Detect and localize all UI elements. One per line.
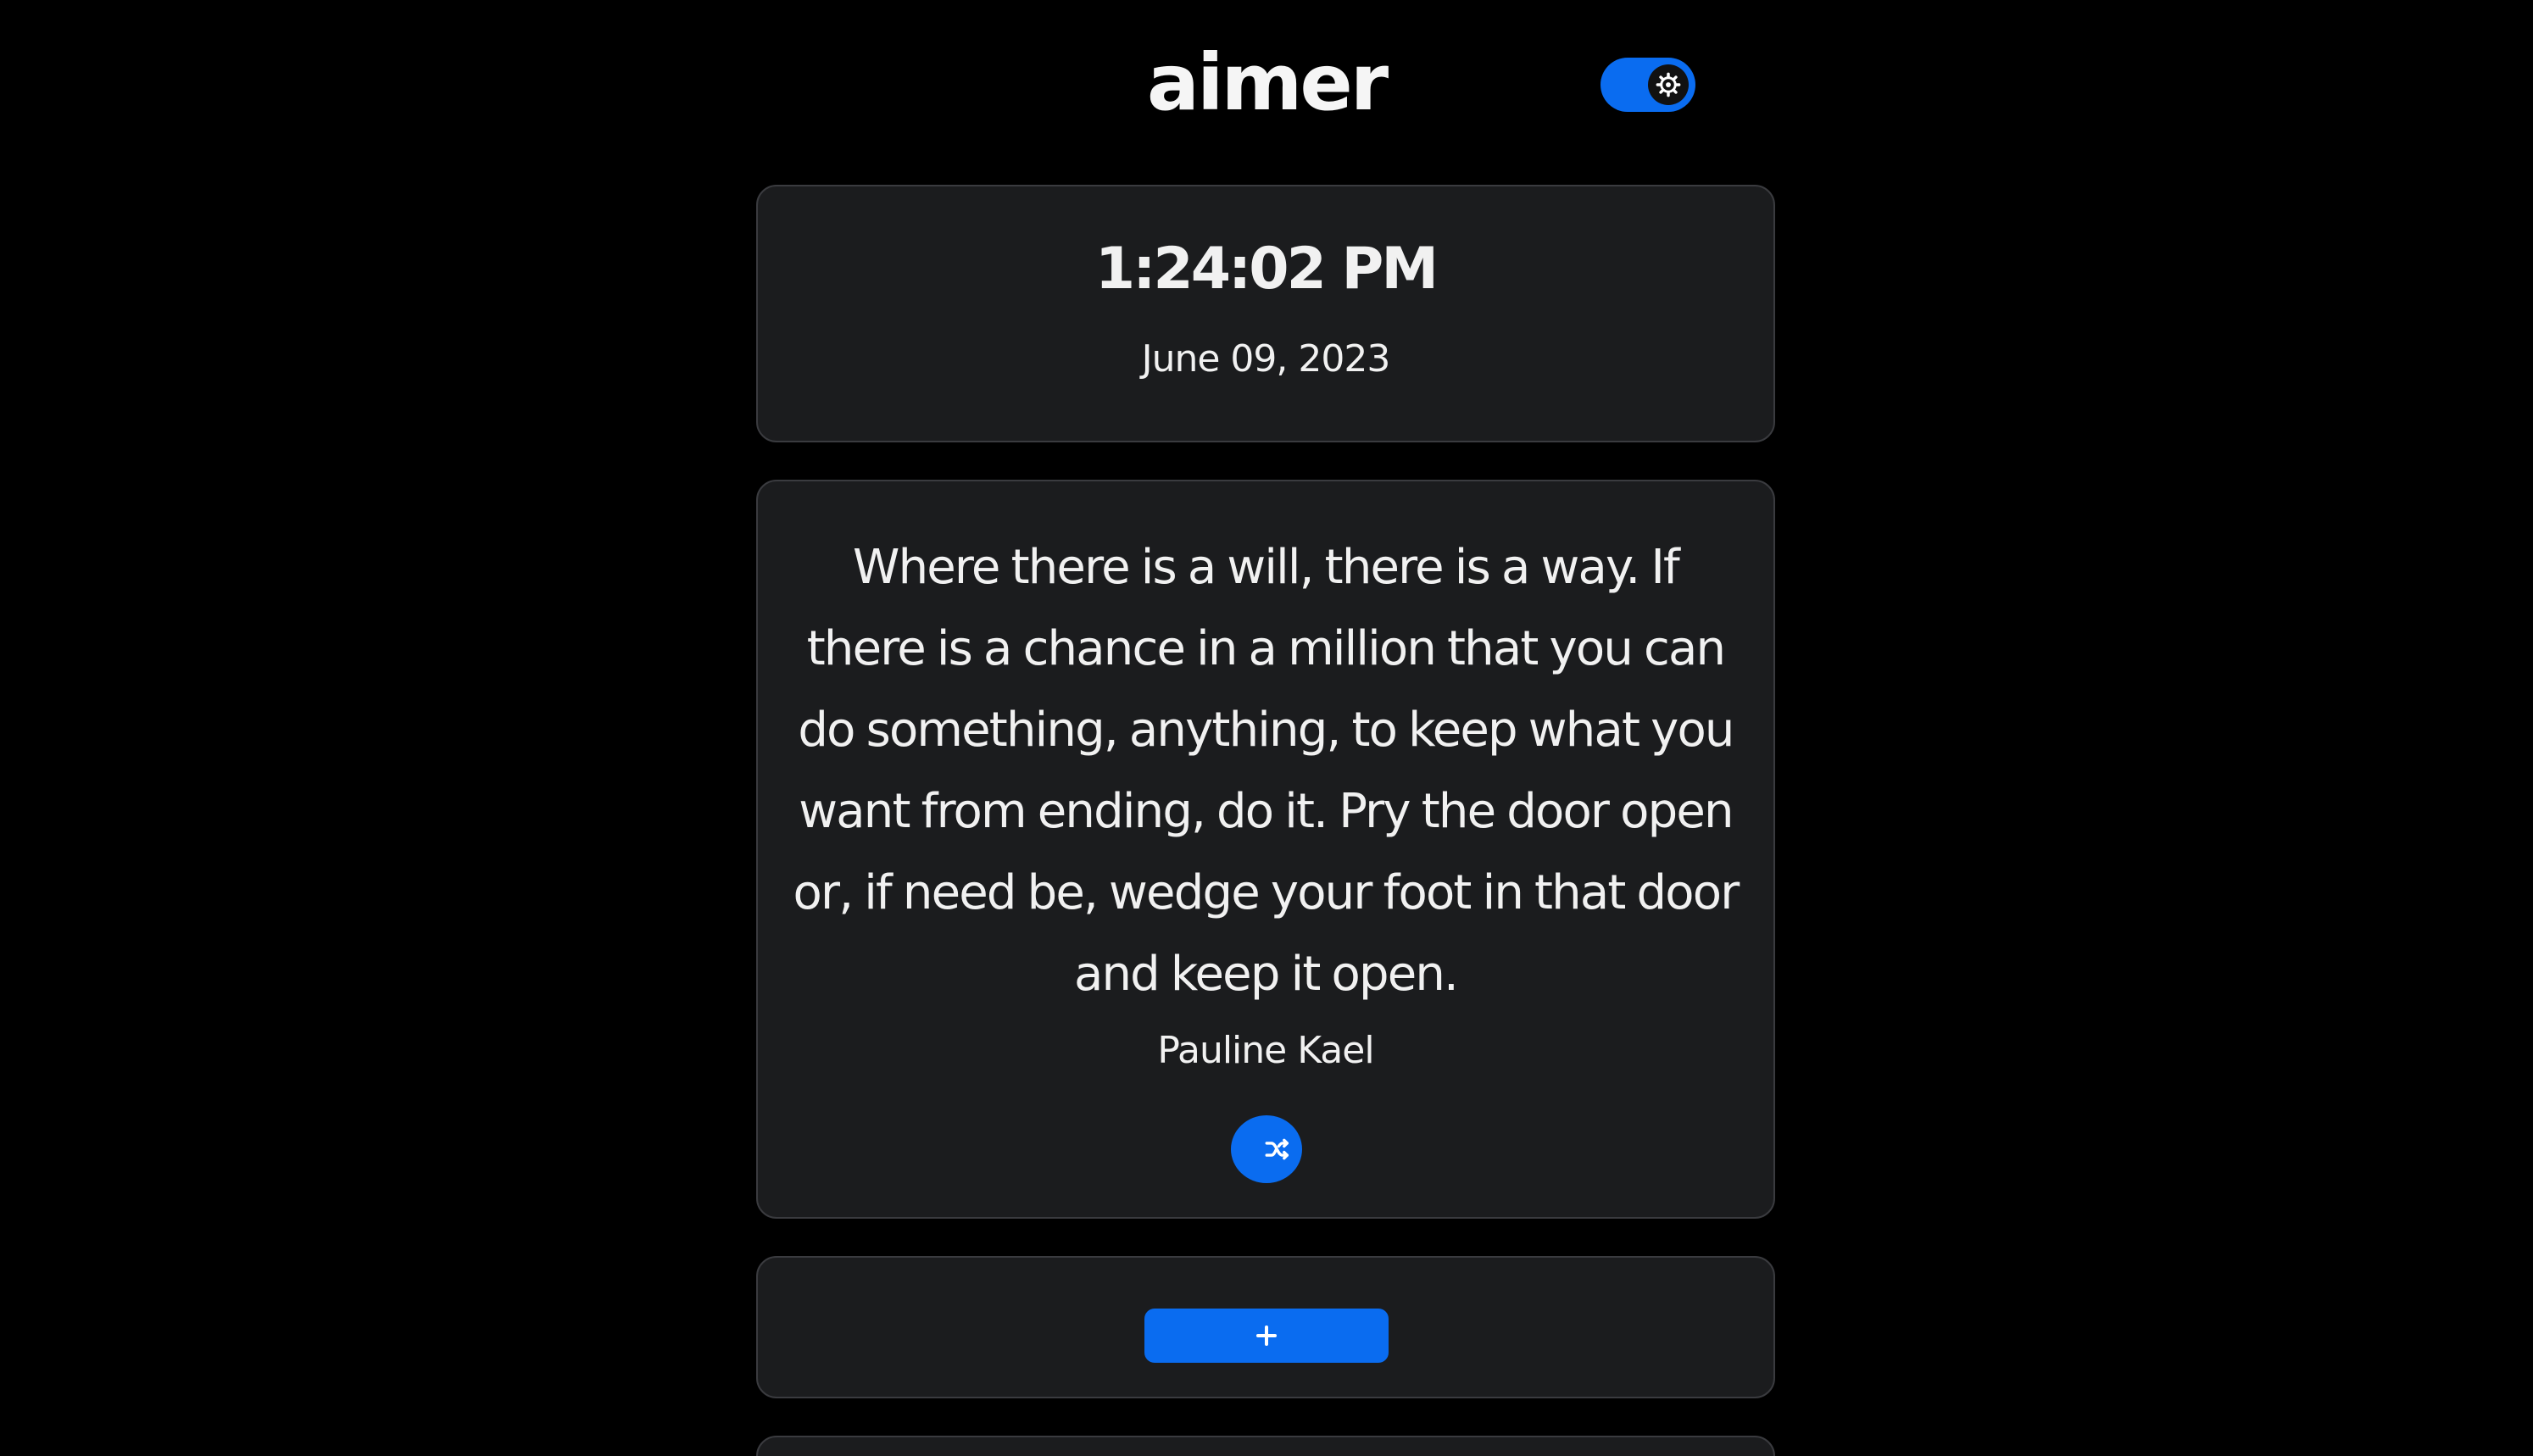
clock-date: June 09, 2023 (1141, 337, 1391, 381)
clock-time: 1:24:02 PM (1094, 236, 1439, 303)
shuffle-icon (1265, 1138, 1289, 1160)
clock-card: 1:24:02 PM June 09, 2023 (756, 185, 1775, 442)
quote-card: Where there is a will, there is a way. I… (756, 480, 1775, 1219)
toggle-knob (1648, 64, 1689, 105)
add-button[interactable] (1144, 1309, 1389, 1363)
add-card (756, 1256, 1775, 1398)
theme-toggle[interactable] (1601, 58, 1695, 112)
quote-author: Pauline Kael (1157, 1029, 1374, 1072)
plus-icon (1256, 1325, 1277, 1346)
gear-icon (1656, 72, 1681, 97)
app-title: aimer (1146, 37, 1389, 128)
quote-text: Where there is a will, there is a way. I… (793, 540, 1740, 1002)
shuffle-quote-button[interactable] (1231, 1115, 1302, 1183)
page: aimer 1:24:02 PM June 09, 2023 Where the… (0, 0, 2533, 1456)
next-card (756, 1436, 1775, 1456)
